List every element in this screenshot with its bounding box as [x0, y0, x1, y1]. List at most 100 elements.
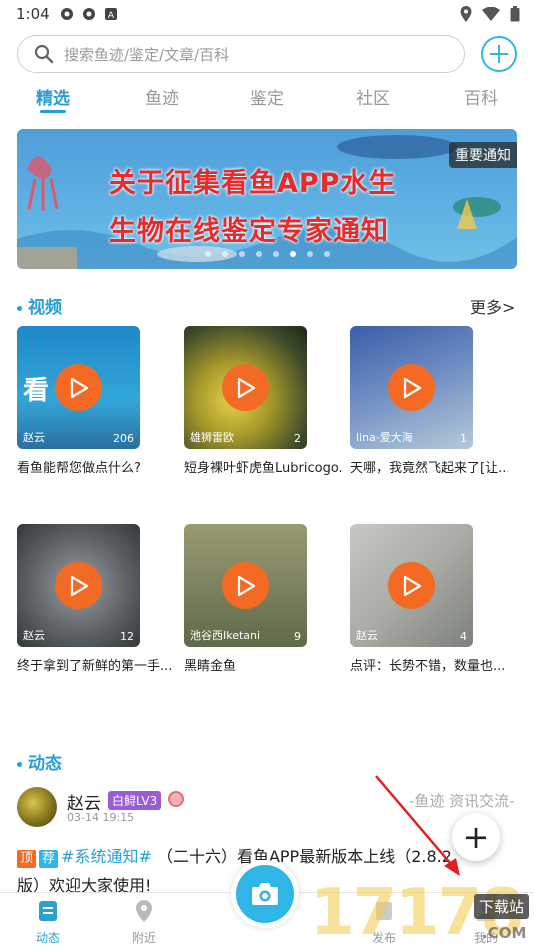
video-thumbnail: 赵云 4 [350, 524, 473, 647]
play-icon [237, 575, 255, 596]
camera-icon [252, 883, 278, 905]
play-button[interactable] [388, 562, 435, 609]
video-count: 1 [460, 432, 467, 445]
video-thumbnail: lina-爱大海 1 [350, 326, 473, 449]
tab-community[interactable]: 社区 [333, 84, 413, 109]
banner[interactable]: 关于征集看鱼APP水生 生物在线鉴定专家通知 重要通知 [17, 129, 517, 269]
pagination-dot-active [289, 251, 296, 257]
feed-icon [39, 901, 57, 921]
tab-featured[interactable]: 精选 [13, 84, 93, 109]
app-notification-icon [60, 8, 73, 20]
search-placeholder: 搜索鱼迹/鉴定/文章/百科 [64, 45, 230, 64]
video-thumbnail: 赵云 12 [17, 524, 140, 647]
video-title: 天哪，我竟然飞起来了[让... [350, 461, 508, 476]
video-thumbnail: 雄狮雷欧 2 [184, 326, 307, 449]
video-title: 点评：长势不错，数量也... [350, 659, 506, 674]
play-button[interactable] [222, 364, 269, 411]
video-card[interactable]: 池谷西Iketani 9 黑睛金鱼 [184, 524, 307, 674]
video-author: 雄狮雷欧 [190, 431, 234, 444]
video-count: 12 [120, 630, 134, 643]
video-title: 黑睛金鱼 [184, 659, 237, 674]
plus-icon [490, 45, 508, 63]
section-feed: 动态 [17, 749, 62, 774]
banner-tag: 重要通知 [449, 142, 517, 168]
video-count: 9 [294, 630, 301, 643]
pagination-dot [204, 251, 211, 257]
video-count: 4 [460, 630, 467, 643]
section-title: 动态 [28, 754, 62, 774]
section-bullet [17, 761, 22, 767]
keyboard-notification-icon: A [104, 8, 117, 21]
post-topic[interactable]: #系统通知# [61, 847, 152, 866]
play-icon [70, 575, 88, 596]
tab-encyclopedia[interactable]: 百科 [441, 84, 521, 109]
search-input[interactable]: 搜索鱼迹/鉴定/文章/百科 [17, 35, 465, 73]
camera-button-inner [236, 865, 294, 923]
watermark-sub: 下载站 [474, 894, 530, 919]
medal-icon [168, 791, 184, 807]
location-icon [460, 6, 472, 22]
play-icon [70, 377, 88, 398]
video-title: 终于拿到了新鲜的第一手... [17, 659, 173, 674]
battery-icon [510, 6, 520, 22]
nav-nearby[interactable]: 附近 [114, 899, 174, 946]
app-notification-icon [82, 8, 95, 20]
video-title: 看鱼能帮您做点什么? [17, 461, 141, 476]
add-button[interactable] [481, 36, 517, 72]
video-card[interactable]: 赵云 4 点评：长势不错，数量也... [350, 524, 505, 674]
play-button[interactable] [388, 364, 435, 411]
video-card[interactable]: lina-爱大海 1 天哪，我竟然飞起来了[让... [350, 326, 508, 476]
play-icon [403, 377, 421, 398]
top-tabs: 精选 鱼迹 鉴定 社区 百科 [0, 80, 534, 116]
pagination-dot [221, 251, 228, 257]
tab-fish-trace[interactable]: 鱼迹 [122, 84, 202, 109]
wifi-icon [482, 7, 500, 21]
pagination-dot [255, 251, 262, 257]
level-badge: 白鲟LV3 [108, 791, 162, 810]
more-link[interactable]: 更多> [470, 294, 515, 318]
video-author: lina-爱大海 [356, 431, 413, 444]
tab-indicator [40, 110, 66, 113]
video-title: 短身裸叶虾虎鱼Lubricogo... [184, 461, 342, 476]
status-time: 1:04 [16, 5, 50, 23]
search-icon [34, 44, 54, 64]
play-icon [403, 575, 421, 596]
video-card[interactable]: 赵云 12 终于拿到了新鲜的第一手... [17, 524, 172, 674]
location-pin-icon [136, 900, 152, 922]
pagination-dot [272, 251, 279, 257]
svg-text:A: A [108, 11, 115, 21]
pagination-dot [238, 251, 245, 257]
video-author: 赵云 [23, 431, 45, 444]
watermark-logo: 17178 下载站 .COM [310, 868, 534, 950]
banner-title-line1: 关于征集看鱼APP水生 [109, 168, 397, 199]
nav-nearby-label: 附近 [131, 931, 156, 945]
nav-feed[interactable]: 动态 [18, 899, 78, 946]
thumbnail-text: 看 [23, 376, 50, 406]
banner-pagination [17, 251, 517, 257]
section-bullet [17, 305, 22, 311]
section-videos: 视频 [17, 293, 62, 318]
camera-button[interactable] [231, 860, 299, 928]
post-time: 03-14 19:15 [67, 811, 135, 824]
video-card[interactable]: 看 赵云 206 看鱼能帮您做点什么? [17, 326, 141, 476]
status-bar: 1:04 A [0, 0, 534, 28]
video-count: 206 [113, 432, 134, 445]
play-button[interactable] [222, 562, 269, 609]
play-button[interactable] [55, 562, 102, 609]
video-author: 池谷西Iketani [190, 629, 261, 642]
pagination-dot [306, 251, 313, 257]
avatar[interactable] [17, 787, 57, 827]
pagination-dot [323, 251, 330, 257]
section-title: 视频 [28, 298, 62, 318]
arrow-annotation [375, 775, 460, 876]
video-card[interactable]: 雄狮雷欧 2 短身裸叶虾虎鱼Lubricogo... [184, 326, 342, 476]
banner-title-line2: 生物在线鉴定专家通知 [109, 216, 389, 247]
tab-identify[interactable]: 鉴定 [227, 84, 307, 109]
video-author: 赵云 [23, 629, 45, 642]
recommended-chip: 荐 [39, 850, 59, 868]
play-button[interactable] [55, 364, 102, 411]
video-count: 2 [294, 432, 301, 445]
video-thumbnail: 池谷西Iketani 9 [184, 524, 307, 647]
pinned-chip: 顶 [17, 850, 37, 868]
play-icon [237, 377, 255, 398]
